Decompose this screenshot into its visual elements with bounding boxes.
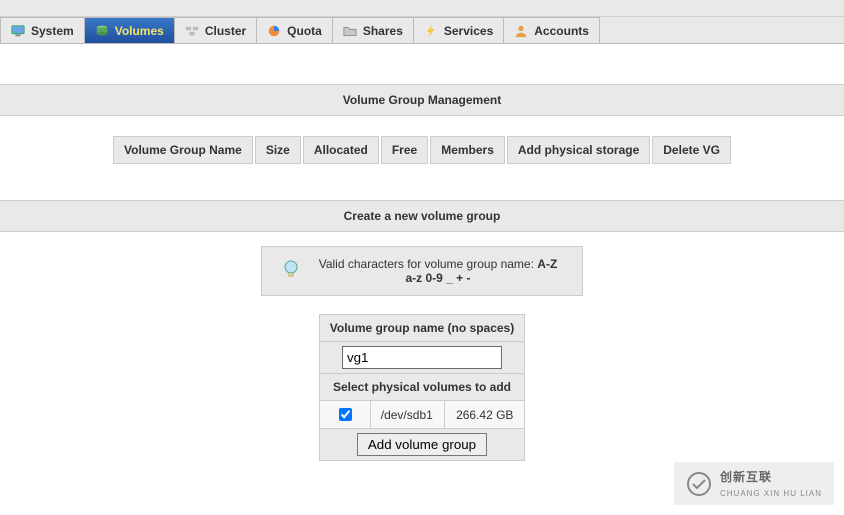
- vg-management-section: Volume Group Management Volume Group Nam…: [0, 84, 844, 166]
- folder-icon: [343, 24, 357, 38]
- menu-cluster-label: Cluster: [205, 24, 246, 38]
- menu-services-label: Services: [444, 24, 493, 38]
- create-vg-title: Create a new volume group: [0, 200, 844, 232]
- col-delete: Delete VG: [652, 136, 731, 164]
- vg-management-title: Volume Group Management: [0, 84, 844, 116]
- window-topbar: [0, 0, 844, 17]
- menu-accounts[interactable]: Accounts: [504, 17, 600, 43]
- vg-table: Volume Group Name Size Allocated Free Me…: [111, 134, 733, 166]
- menu-volumes[interactable]: Volumes: [85, 17, 175, 43]
- logo-icon: [686, 471, 712, 497]
- bolt-icon: [424, 24, 438, 38]
- pie-icon: [267, 24, 281, 38]
- watermark-brand: 创新互联: [720, 470, 772, 484]
- lightbulb-icon: [282, 259, 300, 284]
- col-size: Size: [255, 136, 301, 164]
- vg-name-label: Volume group name (no spaces): [319, 315, 524, 342]
- menu-services[interactable]: Services: [414, 17, 504, 43]
- vg-name-input[interactable]: [342, 346, 502, 369]
- add-volume-group-button[interactable]: Add volume group: [357, 433, 487, 456]
- main-menu: System Volumes Cluster Quota Shares Serv…: [0, 17, 844, 44]
- menu-system[interactable]: System: [0, 17, 85, 43]
- menu-quota-label: Quota: [287, 24, 322, 38]
- menu-cluster[interactable]: Cluster: [175, 17, 257, 43]
- menu-volumes-label: Volumes: [115, 24, 164, 38]
- hint-box: Valid characters for volume group name: …: [261, 246, 583, 296]
- user-icon: [514, 24, 528, 38]
- pv-checkbox[interactable]: [339, 408, 352, 421]
- pv-row: /dev/sdb1 266.42 GB: [319, 401, 524, 429]
- menu-system-label: System: [31, 24, 74, 38]
- create-vg-form: Volume group name (no spaces) Select phy…: [319, 314, 525, 461]
- col-members: Members: [430, 136, 505, 164]
- col-allocated: Allocated: [303, 136, 379, 164]
- col-add: Add physical storage: [507, 136, 650, 164]
- menu-shares-label: Shares: [363, 24, 403, 38]
- pv-select-label: Select physical volumes to add: [319, 374, 524, 401]
- vg-table-header: Volume Group Name Size Allocated Free Me…: [113, 136, 731, 164]
- hint-label: Valid characters for volume group name:: [319, 257, 538, 271]
- watermark: 创新互联 CHUANG XIN HU LIAN: [674, 462, 834, 505]
- menu-quota[interactable]: Quota: [257, 17, 333, 43]
- col-free: Free: [381, 136, 428, 164]
- cluster-icon: [185, 24, 199, 38]
- pv-dev: /dev/sdb1: [370, 401, 445, 429]
- hint-text: Valid characters for volume group name: …: [314, 257, 562, 285]
- pv-size: 266.42 GB: [445, 401, 525, 429]
- create-vg-section: Create a new volume group Valid characte…: [0, 200, 844, 461]
- menu-accounts-label: Accounts: [534, 24, 589, 38]
- watermark-sub: CHUANG XIN HU LIAN: [720, 489, 822, 498]
- col-name: Volume Group Name: [113, 136, 253, 164]
- monitor-icon: [11, 24, 25, 38]
- menu-shares[interactable]: Shares: [333, 17, 414, 43]
- disk-icon: [95, 24, 109, 38]
